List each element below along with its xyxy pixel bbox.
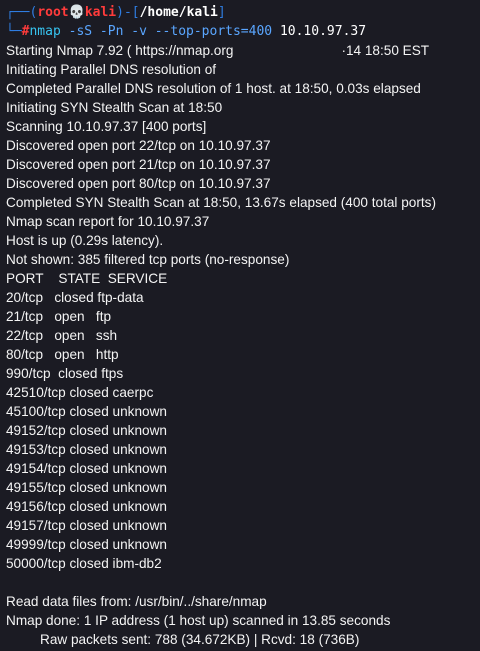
prompt-separator: )-[	[116, 5, 140, 20]
port-row: 42510/tcp closed caerpc	[6, 385, 154, 400]
output-line: Not shown: 385 filtered tcp ports (no-re…	[6, 252, 290, 267]
read-data-line: Read data files from: /usr/bin/../share/…	[6, 594, 267, 609]
port-row: 49152/tcp closed unknown	[6, 423, 167, 438]
output-line: Discovered open port 22/tcp on 10.10.97.…	[6, 138, 271, 153]
output-line: Discovered open port 21/tcp on 10.10.97.…	[6, 157, 271, 172]
command-flags: -sS -Pn -v --top-ports=400	[60, 24, 273, 39]
output-line: Completed SYN Stealth Scan at 18:50, 13.…	[6, 195, 436, 210]
prompt-line-1: ┌──(root💀kali)-[/home/kali]	[6, 3, 480, 22]
port-row: 49157/tcp closed unknown	[6, 518, 167, 533]
port-row: 50000/tcp closed ibm-db2	[6, 556, 162, 571]
command-name: nmap	[29, 24, 61, 39]
output-line: Discovered open port 80/tcp on 10.10.97.…	[6, 176, 271, 191]
port-row: 49153/tcp closed unknown	[6, 442, 167, 457]
prompt-user: root	[37, 5, 69, 20]
prompt-line-2[interactable]: └─#nmap -sS -Pn -v --top-ports=400 10.10…	[6, 22, 480, 41]
prompt-host: kali	[84, 5, 117, 20]
port-row: 49156/tcp closed unknown	[6, 499, 167, 514]
port-row: 22/tcp open ssh	[6, 328, 118, 343]
port-row: 20/tcp closed ftp-data	[6, 290, 144, 305]
port-row: 80/tcp open http	[6, 347, 119, 362]
starting-text-b: ·14 18:50 EST	[341, 43, 430, 58]
prompt-box-top: ┌──(	[6, 5, 38, 20]
port-table-header: PORT STATE SERVICE	[6, 271, 168, 286]
port-row: 990/tcp closed ftps	[6, 366, 124, 381]
port-row: 49154/tcp closed unknown	[6, 461, 167, 476]
output-line: Initiating Parallel DNS resolution of	[6, 62, 217, 77]
port-row: 49155/tcp closed unknown	[6, 480, 167, 495]
port-row: 21/tcp open ftp	[6, 309, 112, 324]
raw-packets-line: Raw packets sent: 788 (34.672KB) | Rcvd:…	[40, 632, 360, 647]
nmap-done-line: Nmap done: 1 IP address (1 host up) scan…	[6, 613, 391, 628]
output-line: Host is up (0.29s latency).	[6, 233, 164, 248]
terminal-window[interactable]: ┌──(root💀kali)-[/home/kali] └─#nmap -sS …	[0, 0, 480, 651]
output-line: Initiating SYN Stealth Scan at 18:50	[6, 100, 223, 115]
port-row: 45100/tcp closed unknown	[6, 404, 167, 419]
prompt-path: /home/kali	[139, 5, 218, 20]
starting-text-a: Starting Nmap 7.92 ( https://nmap.org	[6, 43, 234, 58]
output-line: Completed Parallel DNS resolution of 1 h…	[6, 81, 421, 96]
port-row: 49999/tcp closed unknown	[6, 537, 167, 552]
output-line: Scanning 10.10.97.37 [400 ports]	[6, 119, 207, 134]
output-line: Nmap scan report for 10.10.97.37	[6, 214, 210, 229]
command-target: 10.10.97.37	[272, 24, 367, 39]
prompt-box-bottom: └─	[6, 24, 22, 39]
output-starting: Starting Nmap 7.92 ( https://nmap.org ·14…	[6, 41, 480, 60]
skull-icon: 💀	[68, 5, 85, 20]
prompt-close: ]	[217, 5, 226, 20]
